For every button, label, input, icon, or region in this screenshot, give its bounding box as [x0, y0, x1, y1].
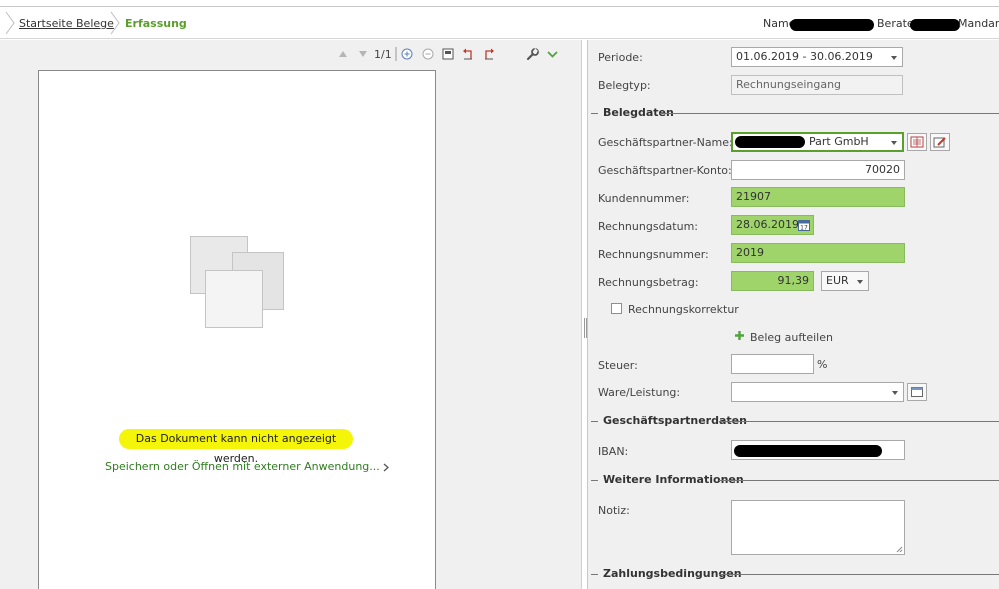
wrench-icon[interactable] — [525, 47, 539, 61]
edit-icon — [933, 137, 946, 148]
steuer-unit: % — [817, 358, 828, 371]
chevron-down-icon[interactable] — [545, 47, 559, 61]
divider — [394, 47, 398, 61]
gp-name-value: Part GmbH — [809, 135, 869, 148]
top-border — [0, 0, 999, 7]
document-placeholder-icon — [205, 270, 263, 328]
rechnungskorrektur-checkbox[interactable] — [611, 303, 622, 314]
list-icon — [911, 387, 923, 397]
rechnungsnummer-label: Rechnungsnummer: — [598, 248, 709, 261]
redacted-iban — [734, 445, 882, 457]
edit-partner-button[interactable] — [930, 133, 950, 151]
address-book-button[interactable] — [907, 133, 927, 151]
rechnungsdatum-label: Rechnungsdatum: — [598, 220, 698, 233]
belegtyp-value: Rechnungseingang — [736, 78, 842, 91]
periode-value: 01.06.2019 - 30.06.2019 — [736, 50, 873, 63]
header-bar: Startseite Belege Erfassung Name: Berate… — [0, 7, 999, 39]
section-belegdaten: Belegdaten — [588, 106, 999, 120]
gp-konto-label: Geschäftspartner-Konto: — [598, 164, 732, 177]
address-book-icon — [910, 136, 924, 148]
resize-handle-icon[interactable] — [896, 546, 903, 553]
notiz-textarea[interactable] — [731, 500, 905, 555]
rechnungskorrektur-label: Rechnungskorrektur — [628, 303, 739, 316]
kundennummer-label: Kundennummer: — [598, 192, 690, 205]
ware-select[interactable] — [731, 382, 904, 402]
chevron-right-icon — [110, 11, 120, 35]
ware-list-button[interactable] — [907, 383, 927, 401]
currency-select[interactable]: EUR — [821, 271, 869, 291]
section-gpdaten: Geschäftspartnerdaten — [588, 414, 999, 428]
chevron-right-icon — [5, 11, 15, 35]
error-message: Das Dokument kann nicht angezeigt werden… — [119, 429, 353, 465]
rechnungsdatum-input[interactable]: 28.06.2019 17 — [731, 215, 814, 235]
belegtyp-field: Rechnungseingang — [731, 75, 903, 95]
redacted-name — [790, 19, 874, 31]
open-external-link[interactable]: Speichern oder Öffnen mit externer Anwen… — [105, 460, 390, 473]
redacted-berater — [910, 19, 960, 31]
currency-value: EUR — [826, 274, 849, 287]
open-external-link-label: Speichern oder Öffnen mit externer Anwen… — [105, 460, 380, 473]
rechnungsbetrag-value: 91,39 — [777, 274, 810, 287]
dropdown-arrow-icon — [892, 391, 898, 395]
viewer-toolbar: 1/1 — [0, 40, 583, 68]
document-viewer: 1/1 Das Dokument kann nicht angezeigt we… — [0, 40, 583, 589]
section-weitere: Weitere Informationen — [588, 473, 999, 487]
steuer-input[interactable] — [731, 354, 814, 374]
breadcrumb-home-link[interactable]: Startseite Belege — [19, 17, 114, 30]
steuer-label: Steuer: — [598, 359, 638, 372]
iban-label: IBAN: — [598, 445, 629, 458]
gp-konto-value: 70020 — [865, 163, 900, 176]
svg-text:17: 17 — [800, 225, 808, 232]
notiz-label: Notiz: — [598, 504, 630, 517]
document-page: Das Dokument kann nicht angezeigt werden… — [38, 70, 436, 589]
rechnungsdatum-value: 28.06.2019 — [736, 218, 799, 231]
gp-konto-input[interactable]: 70020 — [731, 160, 905, 180]
zoom-in-icon[interactable] — [400, 47, 414, 61]
dropdown-arrow-icon — [891, 56, 897, 60]
arrow-up-icon[interactable] — [337, 47, 349, 61]
zoom-out-icon[interactable] — [421, 47, 435, 61]
arrow-down-icon[interactable] — [357, 47, 369, 61]
breadcrumb-current: Erfassung — [125, 17, 187, 30]
dropdown-arrow-icon — [857, 280, 863, 284]
chevron-right-icon — [383, 463, 390, 471]
rotate-right-icon[interactable] — [482, 47, 496, 61]
calendar-icon[interactable]: 17 — [798, 219, 810, 231]
belegtyp-label: Belegtyp: — [598, 79, 651, 92]
header-mandant-label: Mandant — [958, 17, 999, 30]
rechnungsnummer-value: 2019 — [736, 246, 764, 259]
rechnungsbetrag-input[interactable]: 91,39 — [731, 271, 814, 291]
entry-form: Periode: 01.06.2019 - 30.06.2019 Belegty… — [587, 40, 999, 589]
plus-icon — [734, 330, 745, 344]
rotate-left-icon[interactable] — [461, 47, 475, 61]
periode-select[interactable]: 01.06.2019 - 30.06.2019 — [731, 47, 903, 67]
redacted-gp-name — [735, 136, 805, 148]
periode-label: Periode: — [598, 51, 643, 64]
pane-splitter[interactable] — [581, 40, 583, 589]
dropdown-arrow-icon — [891, 141, 897, 145]
fit-page-icon[interactable] — [441, 47, 455, 61]
iban-input[interactable] — [731, 440, 905, 460]
page-indicator: 1/1 — [374, 48, 392, 61]
rechnungsbetrag-label: Rechnungsbetrag: — [598, 276, 699, 289]
gp-name-label: Geschäftspartner-Name: — [598, 136, 733, 149]
ware-label: Ware/Leistung: — [598, 386, 681, 399]
kundennummer-value: 21907 — [736, 190, 771, 203]
kundennummer-input[interactable]: 21907 — [731, 187, 905, 207]
section-zahlung: Zahlungsbedingungen — [588, 567, 999, 581]
beleg-aufteilen-link[interactable]: Beleg aufteilen — [750, 331, 833, 344]
gp-name-combobox[interactable]: Part GmbH — [731, 132, 904, 152]
rechnungsnummer-input[interactable]: 2019 — [731, 243, 905, 263]
